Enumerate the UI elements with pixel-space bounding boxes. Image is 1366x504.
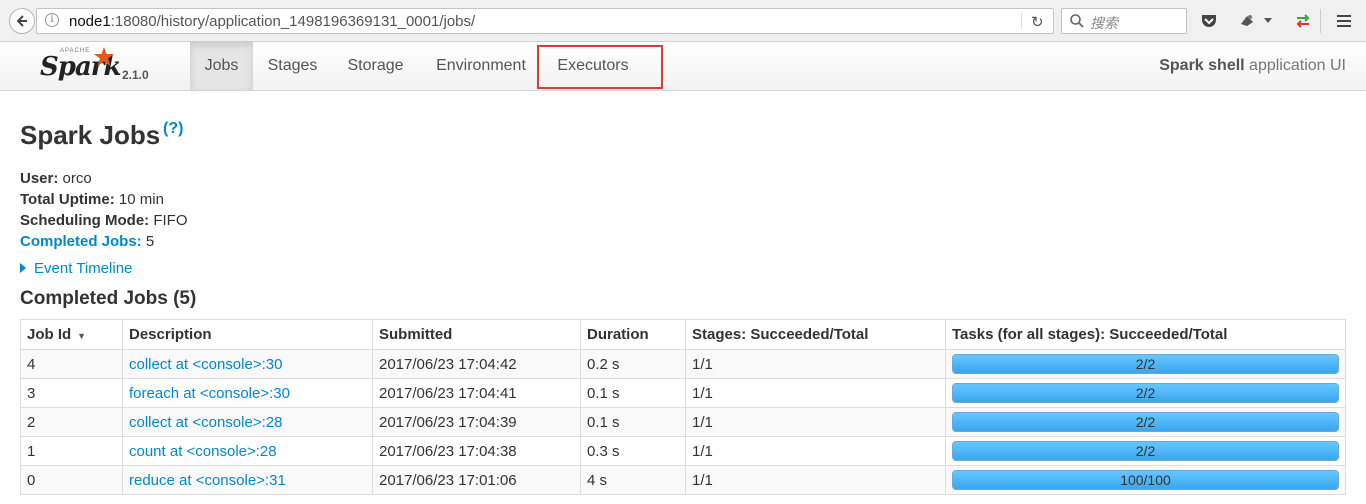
expand-arrow-icon	[20, 263, 26, 273]
tasks-progress-label: 100/100	[1120, 472, 1171, 488]
tasks-progress-bar: 2/2	[952, 441, 1339, 461]
tasks-progress-bar: 100/100	[952, 470, 1339, 490]
duration-cell: 4 s	[580, 465, 686, 495]
duration-cell: 0.2 s	[580, 349, 686, 379]
browser-toolbar: i node1:18080/history/application_149819…	[0, 0, 1366, 42]
table-row: 1 count at <console>:28 2017/06/23 17:04:3…	[20, 436, 1346, 466]
search-input[interactable]: 搜索	[1061, 8, 1187, 34]
stages-cell: 1/1	[685, 436, 946, 466]
completed-jobs-heading[interactable]: Completed Jobs (5)	[20, 288, 196, 310]
stages-cell: 1/1	[685, 407, 946, 437]
dropdown-arrow-icon[interactable]	[1262, 10, 1274, 32]
table-row: 2 collect at <console>:28 2017/06/23 17:04…	[20, 407, 1346, 437]
tasks-cell: 2/2	[945, 407, 1346, 437]
job-description-link[interactable]: foreach at <console>:30	[122, 378, 373, 408]
tasks-cell: 2/2	[945, 349, 1346, 379]
back-arrow-icon	[16, 15, 27, 27]
info-icon[interactable]: i	[45, 13, 59, 27]
tasks-cell: 2/2	[945, 436, 1346, 466]
reload-icon[interactable]: ↻	[1031, 13, 1044, 31]
header-submitted[interactable]: Submitted	[372, 319, 581, 350]
tab-jobs-label: Jobs	[204, 57, 239, 74]
job-description-link[interactable]: count at <console>:28	[122, 436, 373, 466]
table-row: 3 foreach at <console>:30 2017/06/23 17:04…	[20, 378, 1346, 408]
search-icon	[1070, 14, 1084, 28]
url-divider	[1021, 13, 1022, 29]
header-job-id[interactable]: Job Id ▼	[20, 319, 123, 350]
completed-jobs-link[interactable]: Completed Jobs:	[20, 233, 142, 250]
tasks-progress-label: 2/2	[1135, 414, 1156, 430]
job-description-link[interactable]: reduce at <console>:31	[122, 465, 373, 495]
help-link[interactable]: (?)	[163, 120, 183, 138]
stages-cell: 1/1	[685, 465, 946, 495]
duration-cell: 0.1 s	[580, 378, 686, 408]
header-tasks[interactable]: Tasks (for all stages): Succeeded/Total	[945, 319, 1346, 350]
tasks-progress-label: 2/2	[1135, 356, 1156, 372]
toolbar-divider	[1320, 9, 1321, 33]
table-row: 4 collect at <console>:30 2017/06/23 17:04…	[20, 349, 1346, 379]
extension-icon[interactable]	[1236, 10, 1258, 32]
stages-cell: 1/1	[685, 349, 946, 379]
spark-logo[interactable]: APACHE Spark 2.1.0	[38, 46, 178, 88]
sync-arrows-icon[interactable]	[1292, 10, 1314, 32]
tab-storage[interactable]: Storage	[332, 42, 419, 90]
menu-icon[interactable]	[1333, 10, 1355, 32]
stages-cell: 1/1	[685, 378, 946, 408]
tasks-cell: 100/100	[945, 465, 1346, 495]
job-id-cell: 0	[20, 465, 123, 495]
job-id-cell: 3	[20, 378, 123, 408]
header-description[interactable]: Description	[122, 319, 373, 350]
spark-version: 2.1.0	[122, 68, 149, 82]
header-stages[interactable]: Stages: Succeeded/Total	[685, 319, 946, 350]
spark-star-icon	[94, 47, 114, 66]
job-summary: User: orco Total Uptime: 10 min Scheduli…	[20, 168, 188, 252]
job-description-link[interactable]: collect at <console>:28	[122, 407, 373, 437]
app-title: Spark shell application UI	[1159, 57, 1346, 74]
search-placeholder: 搜索	[1090, 15, 1118, 31]
tab-environment[interactable]: Environment	[419, 42, 543, 90]
job-id-cell: 1	[20, 436, 123, 466]
job-id-cell: 2	[20, 407, 123, 437]
duration-cell: 0.3 s	[580, 436, 686, 466]
submitted-cell: 2017/06/23 17:01:06	[372, 465, 581, 495]
submitted-cell: 2017/06/23 17:04:42	[372, 349, 581, 379]
url-text: node1:18080/history/application_14981963…	[69, 13, 476, 30]
table-header-row: Job Id ▼ Description Submitted Duration S…	[20, 319, 1346, 350]
tab-jobs[interactable]: Jobs	[190, 42, 253, 90]
tab-stages-label: Stages	[267, 57, 318, 74]
duration-cell: 0.1 s	[580, 407, 686, 437]
tab-storage-label: Storage	[347, 57, 404, 74]
sort-desc-icon: ▼	[77, 331, 87, 341]
summary-completed: Completed Jobs: 5	[20, 233, 155, 250]
url-bar[interactable]: i node1:18080/history/application_149819…	[36, 8, 1054, 34]
submitted-cell: 2017/06/23 17:04:38	[372, 436, 581, 466]
back-button[interactable]	[9, 8, 35, 34]
job-description-link[interactable]: collect at <console>:30	[122, 349, 373, 379]
tasks-progress-label: 2/2	[1135, 443, 1156, 459]
jobs-table: Job Id ▼ Description Submitted Duration S…	[20, 319, 1346, 495]
tab-environment-label: Environment	[436, 57, 526, 74]
summary-user: User: orco	[20, 170, 92, 187]
page-title: Spark Jobs	[20, 120, 161, 150]
tasks-progress-bar: 2/2	[952, 354, 1339, 374]
job-id-cell: 4	[20, 349, 123, 379]
tasks-progress-bar: 2/2	[952, 383, 1339, 403]
tasks-cell: 2/2	[945, 378, 1346, 408]
tasks-progress-bar: 2/2	[952, 412, 1339, 432]
header-duration[interactable]: Duration	[580, 319, 686, 350]
submitted-cell: 2017/06/23 17:04:39	[372, 407, 581, 437]
table-row: 0 reduce at <console>:31 2017/06/23 17:01:…	[20, 465, 1346, 495]
summary-uptime: Total Uptime: 10 min	[20, 191, 164, 208]
executors-highlight-box	[537, 45, 663, 89]
tasks-progress-label: 2/2	[1135, 385, 1156, 401]
tab-stages[interactable]: Stages	[253, 42, 332, 90]
pocket-icon[interactable]	[1198, 10, 1220, 32]
submitted-cell: 2017/06/23 17:04:41	[372, 378, 581, 408]
summary-scheduling: Scheduling Mode: FIFO	[20, 212, 188, 229]
spark-navbar: APACHE Spark 2.1.0 Jobs Stages Storage E…	[0, 42, 1366, 91]
event-timeline-toggle[interactable]: Event Timeline	[20, 260, 132, 277]
